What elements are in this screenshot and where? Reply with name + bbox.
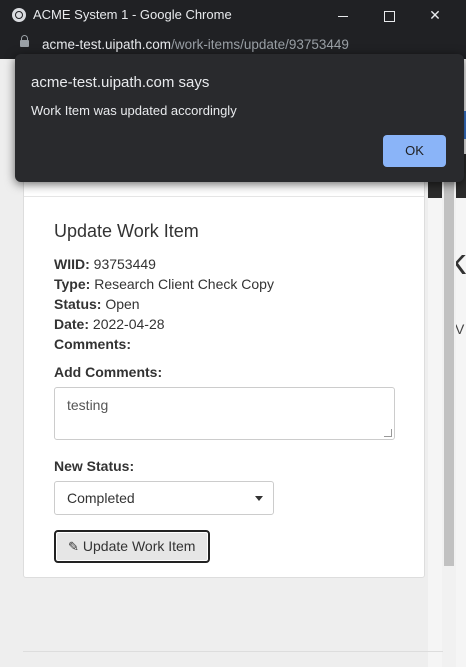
- update-work-item-button[interactable]: ✎ Update Work Item: [54, 530, 210, 563]
- new-status-label: New Status:: [54, 458, 135, 474]
- add-comments-label: Add Comments:: [54, 364, 163, 380]
- update-form: Update Work Item WIID: 93753449 Type: Re…: [54, 221, 399, 563]
- close-icon: ✕: [429, 7, 441, 23]
- date-field: Date: 2022-04-28: [54, 314, 399, 334]
- minimize-icon: [338, 15, 348, 17]
- wiid-field: WIID: 93753449: [54, 254, 399, 274]
- window-titlebar: ACME System 1 - Google Chrome ✕: [0, 0, 466, 31]
- comments-textarea[interactable]: testing: [54, 387, 395, 440]
- alert-dialog: acme-test.uipath.com says Work Item was …: [15, 54, 464, 182]
- type-value: Research Client Check Copy: [94, 276, 274, 292]
- maximize-button[interactable]: [366, 0, 412, 31]
- wiid-label: WIID:: [54, 256, 90, 272]
- close-window-button[interactable]: ✕: [412, 0, 458, 31]
- wiid-value: 93753449: [93, 256, 156, 272]
- scrollbar-thumb[interactable]: [444, 181, 454, 566]
- status-value: Open: [105, 296, 140, 312]
- pencil-icon: ✎: [68, 539, 79, 554]
- status-label: Status:: [54, 296, 102, 312]
- lock-icon[interactable]: [20, 35, 29, 47]
- update-button-label: Update Work Item: [82, 538, 196, 554]
- date-value: 2022-04-28: [92, 316, 165, 332]
- comments-text: testing: [67, 397, 109, 413]
- maximize-icon: [383, 10, 395, 22]
- dialog-title: acme-test.uipath.com says: [31, 74, 210, 91]
- url-host: acme-test.uipath.com: [42, 37, 172, 52]
- type-label: Type:: [54, 276, 91, 292]
- new-status-value: Completed: [67, 490, 135, 506]
- url-path: /work-items/update/93753449: [171, 37, 349, 52]
- type-field: Type: Research Client Check Copy: [54, 274, 399, 294]
- chrome-globe-icon: [12, 8, 26, 22]
- bottom-divider: [23, 651, 443, 652]
- chevron-down-icon: [255, 496, 263, 501]
- ok-button[interactable]: OK: [383, 135, 446, 167]
- new-status-select[interactable]: Completed: [54, 481, 274, 515]
- date-label: Date:: [54, 316, 90, 332]
- window-title: ACME System 1 - Google Chrome: [33, 7, 232, 22]
- dialog-message: Work Item was updated accordingly: [31, 103, 237, 118]
- status-field: Status: Open: [54, 294, 399, 314]
- url-text[interactable]: acme-test.uipath.com/work-items/update/9…: [42, 37, 349, 52]
- resize-grip-icon[interactable]: [384, 429, 392, 437]
- form-heading: Update Work Item: [54, 221, 199, 241]
- comments-field: Comments:: [54, 334, 399, 354]
- comments-label: Comments:: [54, 336, 132, 352]
- card-divider: [24, 196, 424, 197]
- background-text-fragment: V: [455, 321, 465, 337]
- minimize-button[interactable]: [320, 0, 366, 31]
